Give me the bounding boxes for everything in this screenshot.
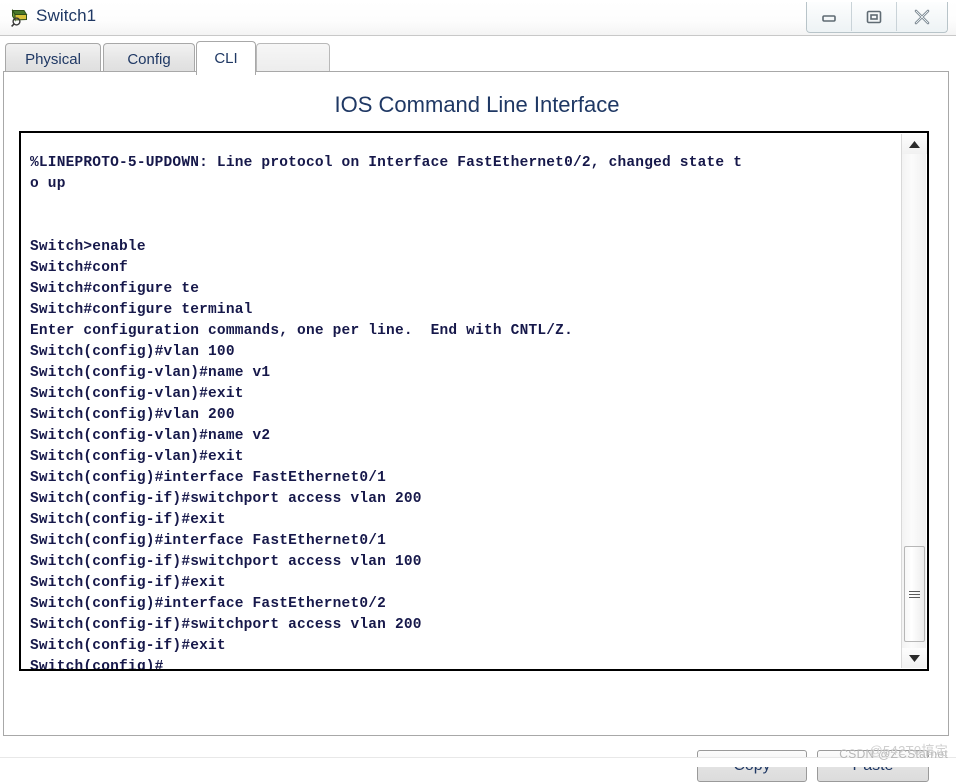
terminal-output-area[interactable]: %LINEPROTO-5-UPDOWN: Line protocol on In… <box>19 131 929 671</box>
tab-cli[interactable]: CLI <box>196 41 256 75</box>
window-controls <box>806 2 948 33</box>
tab-strip-filler <box>256 43 330 74</box>
status-strip <box>0 757 956 767</box>
tab-cli-label: CLI <box>214 50 238 67</box>
watermark-secondary-text: @542T0搞定 <box>869 743 948 758</box>
tab-config-label: Config <box>127 50 171 68</box>
maximize-button[interactable] <box>852 2 897 31</box>
terminal-vertical-scrollbar[interactable] <box>901 134 927 668</box>
switch-device-window: Switch1 Physical Config CLI IOS Command … <box>0 0 956 782</box>
minimize-button[interactable] <box>807 2 852 31</box>
close-button[interactable] <box>897 2 947 31</box>
window-title: Switch1 <box>36 6 97 25</box>
title-bar: Switch1 <box>0 0 956 36</box>
minimize-icon <box>822 14 836 22</box>
scroll-down-arrow-icon[interactable] <box>902 648 927 668</box>
scrollbar-thumb[interactable] <box>904 546 925 642</box>
tab-physical[interactable]: Physical <box>5 43 101 74</box>
scroll-up-arrow-icon[interactable] <box>902 134 927 154</box>
tab-strip: Physical Config CLI <box>0 36 956 75</box>
scrollbar-grip-icon <box>909 589 920 600</box>
cli-panel: IOS Command Line Interface %LINEPROTO-5-… <box>3 71 949 782</box>
tab-config[interactable]: Config <box>103 43 195 74</box>
panel-title: IOS Command Line Interface <box>334 92 620 117</box>
tab-physical-label: Physical <box>25 50 81 68</box>
maximize-icon <box>866 10 882 23</box>
watermark: CSDN @ZCStarnet @542T0搞定 <box>839 743 948 761</box>
terminal-text: %LINEPROTO-5-UPDOWN: Line protocol on In… <box>30 154 743 671</box>
switch-magnifier-icon <box>10 8 30 28</box>
close-icon <box>914 9 930 24</box>
